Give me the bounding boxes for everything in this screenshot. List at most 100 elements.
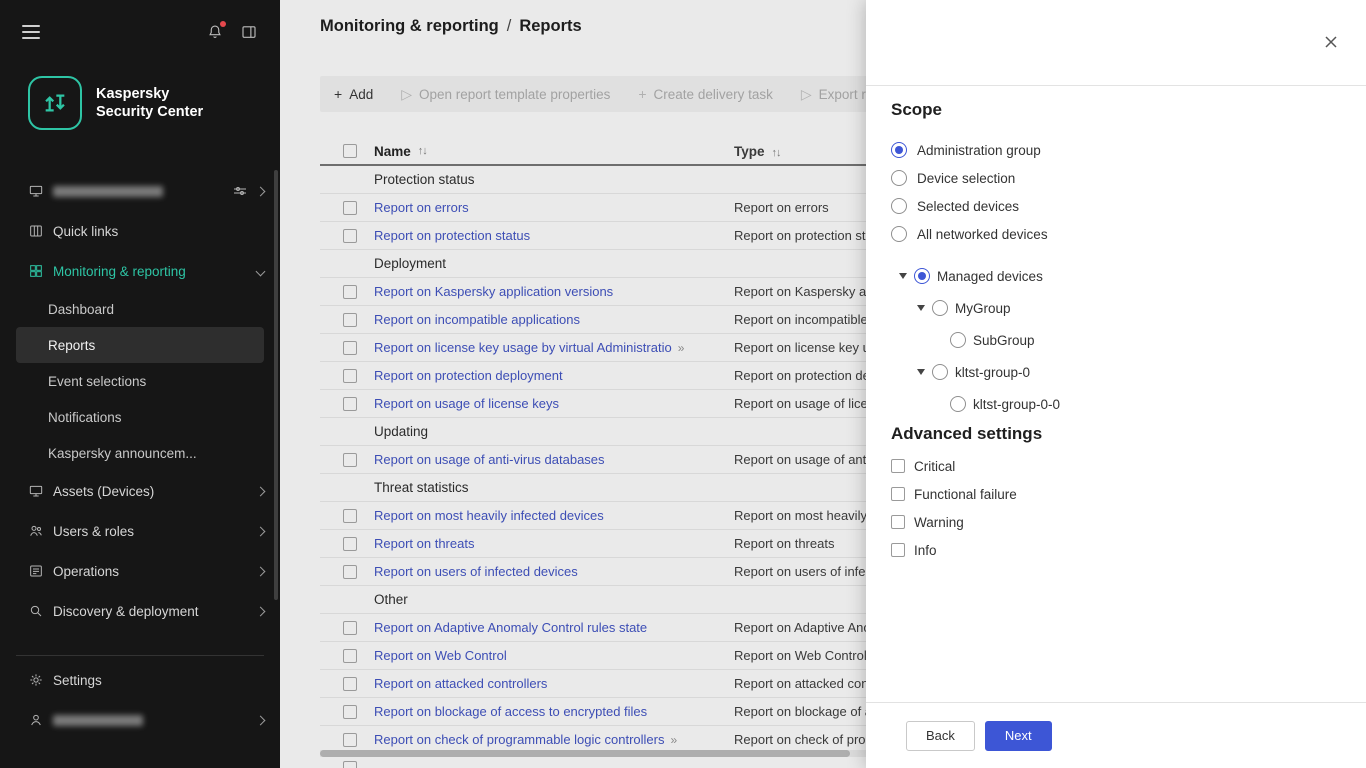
radio-icon[interactable] <box>891 170 907 186</box>
report-link[interactable]: Report on protection status <box>374 228 530 243</box>
report-link[interactable]: Report on users of infected devices <box>374 564 578 579</box>
sidebar-item-event-selections[interactable]: Event selections <box>0 363 280 399</box>
add-report-button[interactable]: + Add <box>334 87 373 102</box>
expand-truncated-icon[interactable]: » <box>670 733 677 747</box>
checkbox-label: Warning <box>914 515 964 530</box>
radio-all-networked-devices[interactable]: All networked devices <box>891 220 1341 248</box>
radio-icon[interactable] <box>950 396 966 412</box>
sidebar-scrollbar[interactable] <box>274 170 278 600</box>
sidebar-item-server[interactable] <box>0 171 280 211</box>
radio-icon[interactable] <box>891 142 907 158</box>
checkbox-info[interactable]: Info <box>891 536 1341 564</box>
sidebar-item-label: Users & roles <box>53 524 134 539</box>
row-checkbox[interactable] <box>343 285 357 299</box>
column-header-name[interactable]: Name <box>374 144 411 159</box>
tree-collapse-icon[interactable] <box>917 369 925 375</box>
radio-selected-devices[interactable]: Selected devices <box>891 192 1341 220</box>
sidebar-item-discovery-deployment[interactable]: Discovery & deployment <box>0 591 280 631</box>
row-checkbox[interactable] <box>343 565 357 579</box>
horizontal-scrollbar-thumb[interactable] <box>320 750 850 757</box>
tree-node-label: MyGroup <box>955 301 1011 316</box>
radio-device-selection[interactable]: Device selection <box>891 164 1341 192</box>
report-link[interactable]: Report on Web Control <box>374 648 507 663</box>
report-link[interactable]: Report on Kaspersky application versions <box>374 284 613 299</box>
radio-administration-group[interactable]: Administration group <box>891 136 1341 164</box>
checkbox-warning[interactable]: Warning <box>891 508 1341 536</box>
sidebar-item-operations[interactable]: Operations <box>0 551 280 591</box>
report-link[interactable]: Report on errors <box>374 200 469 215</box>
report-link[interactable]: Report on protection deployment <box>374 368 563 383</box>
row-checkbox[interactable] <box>343 453 357 467</box>
radio-icon[interactable] <box>891 198 907 214</box>
breadcrumb-parent[interactable]: Monitoring & reporting <box>320 17 499 35</box>
row-checkbox[interactable] <box>343 229 357 243</box>
expand-truncated-icon[interactable]: » <box>678 341 685 355</box>
sort-icon[interactable]: ↑↓ <box>772 147 781 159</box>
radio-icon[interactable] <box>932 300 948 316</box>
row-checkbox[interactable] <box>343 705 357 719</box>
sidebar-item-kaspersky-announcements[interactable]: Kaspersky announcem... <box>0 435 280 471</box>
row-checkbox[interactable] <box>343 733 357 747</box>
checkbox-icon[interactable] <box>891 487 905 501</box>
close-icon[interactable] <box>1323 34 1339 50</box>
sidebar-item-quick-links[interactable]: Quick links <box>0 211 280 251</box>
report-link[interactable]: Report on check of programmable logic co… <box>374 732 664 747</box>
checkbox-critical[interactable]: Critical <box>891 452 1341 480</box>
column-header-type[interactable]: Type <box>734 144 765 159</box>
row-checkbox[interactable] <box>343 397 357 411</box>
row-checkbox[interactable] <box>343 201 357 215</box>
report-link[interactable]: Report on threats <box>374 536 474 551</box>
sort-icon[interactable]: ↑↓ <box>418 145 427 157</box>
sidebar-item-account[interactable] <box>0 700 280 740</box>
sidebar-item-monitoring-reporting[interactable]: Monitoring & reporting <box>0 251 280 291</box>
sidebar-item-reports[interactable]: Reports <box>16 327 264 363</box>
side-panel-toggle-icon[interactable] <box>240 23 258 41</box>
sidebar-item-users-roles[interactable]: Users & roles <box>0 511 280 551</box>
report-link[interactable]: Report on Adaptive Anomaly Control rules… <box>374 620 647 635</box>
sidebar-item-assets-devices[interactable]: Assets (Devices) <box>0 471 280 511</box>
checkbox-icon[interactable] <box>891 515 905 529</box>
next-button[interactable]: Next <box>985 721 1052 751</box>
report-link[interactable]: Report on license key usage by virtual A… <box>374 340 672 355</box>
row-checkbox[interactable] <box>343 677 357 691</box>
radio-icon[interactable] <box>891 226 907 242</box>
sidebar-item-label: Dashboard <box>48 302 114 317</box>
select-all-checkbox[interactable] <box>343 144 357 158</box>
row-checkbox[interactable] <box>343 509 357 523</box>
report-link[interactable]: Report on usage of anti-virus databases <box>374 452 605 467</box>
report-link[interactable]: Report on attacked controllers <box>374 676 547 691</box>
chevron-right-icon <box>256 606 266 616</box>
notifications-bell-icon[interactable] <box>206 23 224 41</box>
sidebar-item-settings[interactable]: Settings <box>0 660 280 700</box>
report-link[interactable]: Report on blockage of access to encrypte… <box>374 704 647 719</box>
tree-collapse-icon[interactable] <box>899 273 907 279</box>
sidebar-item-dashboard[interactable]: Dashboard <box>0 291 280 327</box>
tree-node-kltst-group-0-0[interactable]: kltst-group-0-0 <box>891 388 1341 420</box>
sidebar-item-notifications[interactable]: Notifications <box>0 399 280 435</box>
checkbox-functional-failure[interactable]: Functional failure <box>891 480 1341 508</box>
tree-node-kltst-group-0[interactable]: kltst-group-0 <box>891 356 1341 388</box>
row-checkbox[interactable] <box>343 537 357 551</box>
tree-node-subgroup[interactable]: SubGroup <box>891 324 1341 356</box>
row-checkbox[interactable] <box>343 761 357 768</box>
tree-node-managed-devices[interactable]: Managed devices <box>891 260 1341 292</box>
report-link[interactable]: Report on incompatible applications <box>374 312 580 327</box>
report-link[interactable]: Report on most heavily infected devices <box>374 508 604 523</box>
tree-collapse-icon[interactable] <box>917 305 925 311</box>
back-button[interactable]: Back <box>906 721 975 751</box>
row-checkbox[interactable] <box>343 621 357 635</box>
radio-icon[interactable] <box>932 364 948 380</box>
report-link[interactable]: Report on usage of license keys <box>374 396 559 411</box>
sidebar-item-label: Operations <box>53 564 119 579</box>
row-checkbox[interactable] <box>343 313 357 327</box>
tree-node-mygroup[interactable]: MyGroup <box>891 292 1341 324</box>
server-settings-sliders-icon[interactable] <box>232 183 248 199</box>
row-checkbox[interactable] <box>343 341 357 355</box>
radio-icon[interactable] <box>914 268 930 284</box>
hamburger-menu-icon[interactable] <box>22 25 40 39</box>
row-checkbox[interactable] <box>343 369 357 383</box>
row-checkbox[interactable] <box>343 649 357 663</box>
radio-icon[interactable] <box>950 332 966 348</box>
checkbox-icon[interactable] <box>891 543 905 557</box>
checkbox-icon[interactable] <box>891 459 905 473</box>
